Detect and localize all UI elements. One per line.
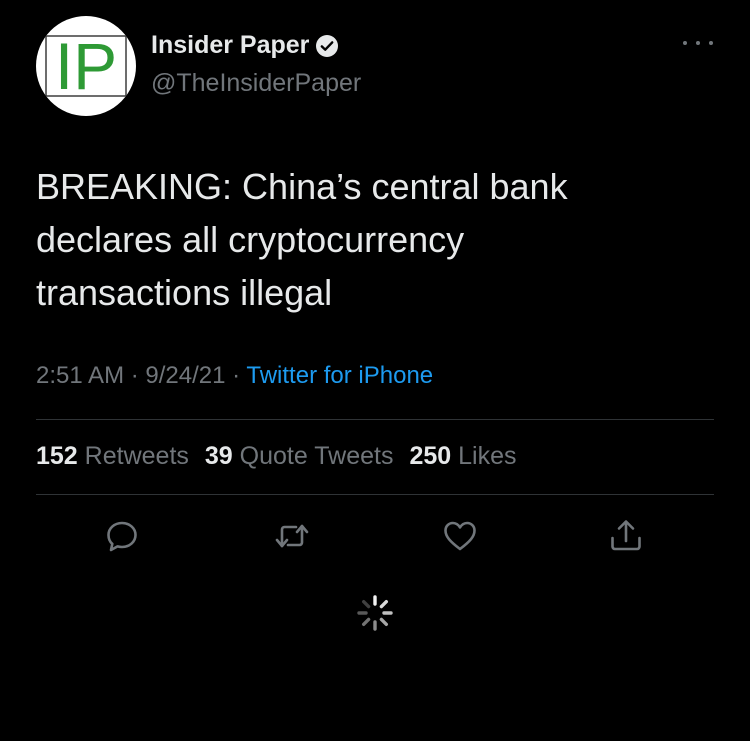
tweet-date[interactable]: 9/24/21 — [145, 362, 225, 389]
tweet-meta: 2:51 AM · 9/24/21 · Twitter for iPhone — [36, 362, 433, 390]
tweet-text-line: declares all cryptocurrency — [36, 219, 465, 260]
tweet-text-line: transactions illegal — [36, 272, 333, 313]
loading-spinner-icon — [356, 594, 394, 632]
tweet-detail: IP Insider Paper @TheInsiderPaper BREAKI… — [0, 0, 750, 741]
avatar-text: IP — [55, 29, 117, 103]
retweet-button[interactable] — [272, 516, 312, 556]
share-icon — [611, 520, 641, 551]
reply-button[interactable] — [102, 516, 142, 556]
tweet-text: BREAKING: China’s central bank declares … — [36, 160, 716, 319]
retweets-count: 152 — [36, 442, 78, 470]
like-button[interactable] — [440, 516, 480, 556]
tweet-source-link[interactable]: Twitter for iPhone — [246, 362, 433, 389]
retweets-label: Retweets — [84, 442, 189, 470]
quote-tweets-label: Quote Tweets — [239, 442, 394, 470]
retweets-stat[interactable]: 152 Retweets — [36, 442, 189, 471]
retweet-icon — [275, 524, 309, 548]
reply-icon — [107, 521, 137, 552]
divider — [36, 419, 714, 420]
verified-badge-icon — [316, 34, 339, 57]
likes-count: 250 — [409, 442, 452, 470]
more-icon[interactable] — [683, 36, 713, 50]
quote-tweets-stat[interactable]: 39 Quote Tweets — [205, 442, 394, 471]
share-button[interactable] — [606, 516, 646, 556]
avatar-logo: IP — [45, 29, 127, 103]
author-name-text[interactable]: Insider Paper — [151, 31, 309, 60]
author-handle[interactable]: @TheInsiderPaper — [151, 69, 361, 98]
avatar[interactable]: IP — [36, 16, 136, 116]
tweet-text-line: BREAKING: China’s central bank — [36, 166, 568, 207]
author-name[interactable]: Insider Paper — [151, 31, 339, 60]
meta-separator: · — [232, 362, 241, 389]
likes-label: Likes — [458, 442, 517, 470]
tweet-time[interactable]: 2:51 AM — [36, 362, 124, 389]
likes-stat[interactable]: 250 Likes — [409, 442, 516, 471]
quote-tweets-count: 39 — [204, 442, 233, 470]
heart-icon — [444, 521, 476, 551]
meta-separator: · — [130, 362, 139, 389]
tweet-stats: 152 Retweets 39 Quote Tweets 250 Likes — [36, 442, 533, 471]
divider — [36, 494, 714, 495]
